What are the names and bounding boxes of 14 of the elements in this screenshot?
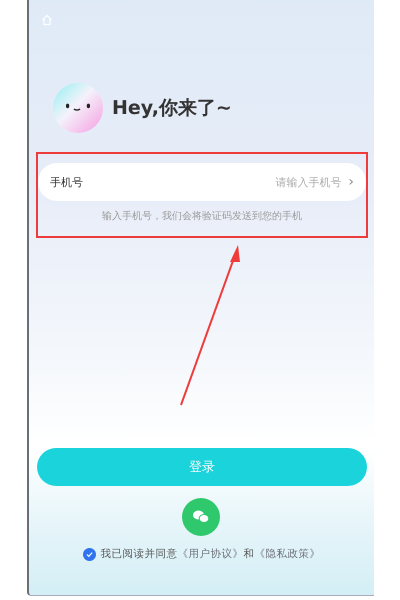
phone-input[interactable]: 请输入手机号 [83, 174, 344, 190]
field-label: 手机号 [50, 174, 83, 190]
greeting-title: Hey,你来了~ [112, 96, 232, 121]
chevron-icon: › [348, 174, 354, 190]
agreement-link[interactable]: 《隐私政策》 [254, 548, 320, 560]
phone-number-field[interactable]: 手机号 请输入手机号 › [38, 163, 366, 201]
smiling-ball-avatar [52, 82, 104, 134]
home-icon[interactable] [41, 14, 53, 26]
agreement-text: 我已阅读并同意《用户协议》和《隐私政策》 [100, 547, 320, 561]
hint-text: 输入手机号，我们会将验证码发送到您的手机 [101, 210, 303, 223]
wechat-login-icon[interactable] [182, 498, 220, 536]
check-icon [84, 550, 94, 558]
agreement-link[interactable]: 《用户协议》 [178, 548, 244, 560]
agreement-checkbox[interactable] [82, 548, 96, 560]
